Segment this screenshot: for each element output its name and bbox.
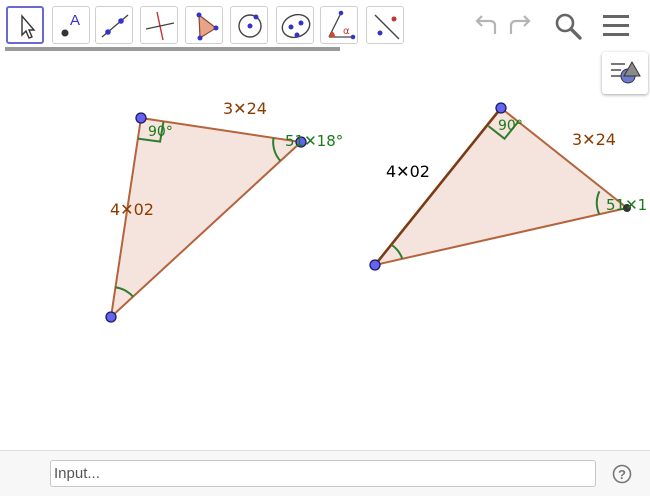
reflect-tool-icon <box>374 14 400 40</box>
help-glyph: ? <box>618 467 626 482</box>
move-tool-icon <box>21 14 36 39</box>
input-bar-panel: Input... ? <box>0 450 650 496</box>
side-length-label: 4✕02 <box>386 162 430 181</box>
search-icon[interactable] <box>553 11 583 41</box>
tool-perpendicular[interactable] <box>140 6 178 44</box>
tool-angle[interactable]: α <box>320 6 358 44</box>
triangle-1[interactable]: 3✕24 4✕02 90° 51✕18° <box>105 99 343 323</box>
side-length-label: 3✕24 <box>223 99 267 118</box>
point-tool-icon: A <box>61 12 80 37</box>
point[interactable] <box>495 102 507 114</box>
undo-icon[interactable] <box>470 10 500 40</box>
tool-ellipse[interactable] <box>276 6 314 44</box>
style-bar-toggle-button[interactable] <box>602 52 648 94</box>
graphics-view[interactable]: 3✕24 4✕02 90° 51✕18° 4✕02 3✕24 90° 51✕1 <box>0 52 650 450</box>
angle-label: 90° <box>498 118 523 134</box>
perpendicular-line-tool-icon <box>145 11 175 41</box>
angle-label: 90° <box>148 124 173 140</box>
point[interactable] <box>369 259 381 271</box>
redo-icon[interactable] <box>506 10 536 40</box>
angle-label: 51✕18° <box>285 132 343 150</box>
tool-point[interactable]: A <box>52 6 90 44</box>
tool-polygon[interactable] <box>185 6 223 44</box>
toolbar-scroll-indicator <box>5 47 340 51</box>
side-length-label: 3✕24 <box>572 130 616 149</box>
point[interactable] <box>135 112 147 124</box>
triangle-2[interactable]: 4✕02 3✕24 90° 51✕1 <box>369 102 647 271</box>
side-length-label: 4✕02 <box>110 200 154 219</box>
angle-tool-glyph: α <box>343 26 350 37</box>
circle-center-point-tool-icon <box>238 14 262 38</box>
algebra-input-field[interactable]: Input... <box>50 460 596 487</box>
polygon-tool-icon <box>196 12 219 41</box>
point-tool-glyph: A <box>70 12 80 29</box>
tool-move[interactable] <box>6 6 44 44</box>
menu-icon[interactable] <box>601 12 631 40</box>
help-icon[interactable]: ? <box>612 464 632 484</box>
tool-reflect[interactable] <box>366 6 404 44</box>
toolbar: A α <box>0 0 650 46</box>
ellipse-tool-icon <box>281 13 311 39</box>
point[interactable] <box>105 311 117 323</box>
angle-tool-icon: α <box>328 10 356 40</box>
tool-line[interactable] <box>95 6 133 44</box>
line-tool-icon <box>101 14 129 38</box>
tool-circle[interactable] <box>230 6 268 44</box>
angle-label: 51✕1 <box>606 196 647 214</box>
style-bar-toggle-icon <box>611 60 641 84</box>
